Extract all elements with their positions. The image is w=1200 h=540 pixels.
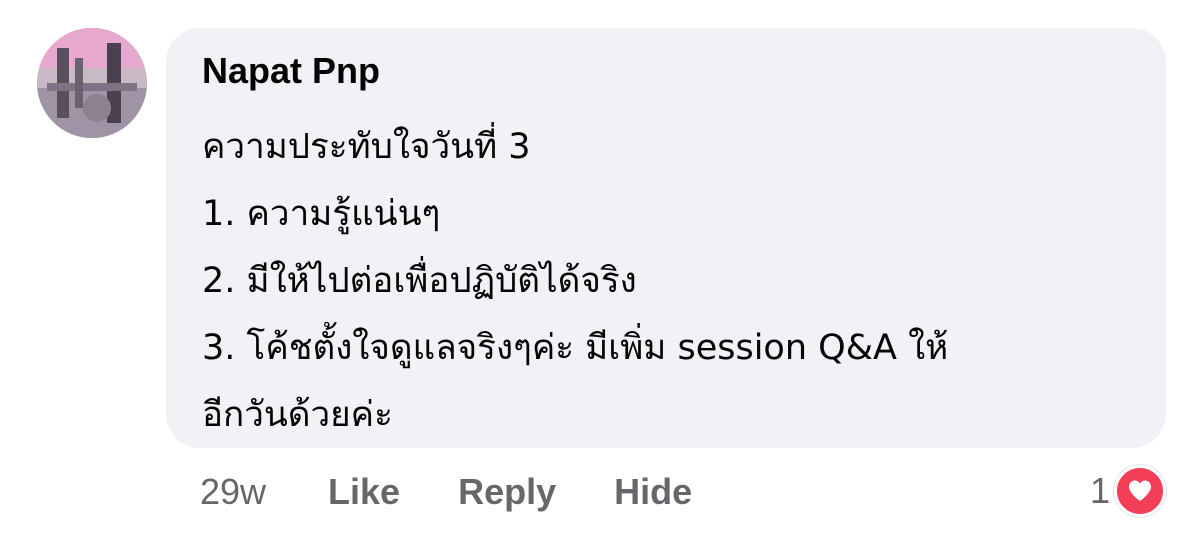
- like-button[interactable]: Like: [328, 471, 400, 513]
- comment-line: 2. มีให้ไปต่อเพื่อปฏิบัติได้จริง: [202, 261, 637, 301]
- comment-timestamp[interactable]: 29w: [200, 471, 266, 513]
- avatar[interactable]: [37, 28, 147, 138]
- hide-button[interactable]: Hide: [614, 471, 692, 513]
- comment-line: 1. ความรู้แน่นๆ: [202, 194, 441, 234]
- reply-button[interactable]: Reply: [458, 471, 556, 513]
- heart-icon: [1114, 465, 1166, 517]
- avatar-image: [37, 28, 147, 138]
- reaction-count: 1: [1089, 470, 1110, 511]
- comment-line: อีกวันด้วยค่ะ: [202, 395, 393, 435]
- comment-author[interactable]: Napat Pnp: [202, 50, 380, 92]
- comment-bubble: Napat Pnp ความประทับใจวันที่ 3 1. ความรู…: [166, 28, 1166, 448]
- comment: Napat Pnp ความประทับใจวันที่ 3 1. ความรู…: [0, 0, 1200, 540]
- comment-actions: 29w Like Reply Hide: [200, 462, 750, 522]
- comment-line: ความประทับใจวันที่ 3: [202, 127, 531, 167]
- reaction-summary[interactable]: 1: [1089, 465, 1166, 517]
- comment-line: 3. โค้ชตั้งใจดูแลจริงๆค่ะ มีเพิ่ม sessio…: [202, 328, 949, 368]
- comment-text: ความประทับใจวันที่ 3 1. ความรู้แน่นๆ 2. …: [202, 114, 1142, 449]
